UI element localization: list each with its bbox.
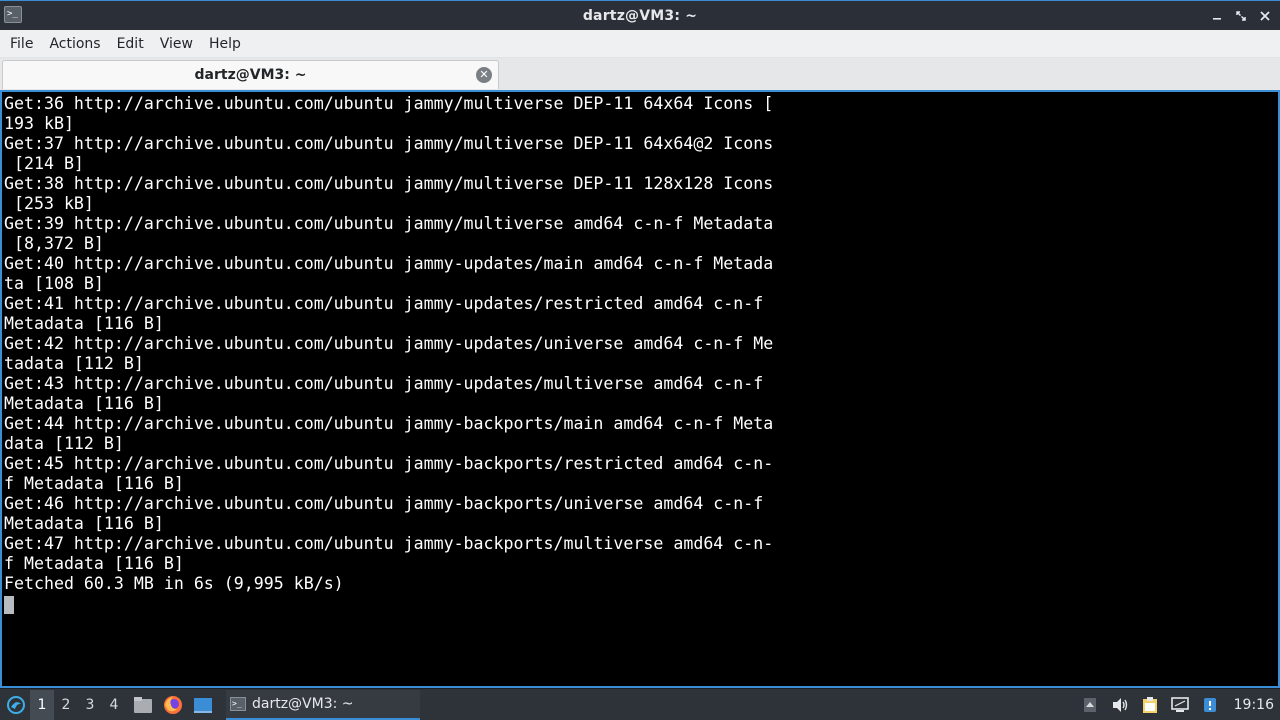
menu-bar: File Actions Edit View Help [0,30,1280,58]
clock[interactable]: 19:16 [1234,697,1274,713]
tab-bar: dartz@VM3: ~ ✕ [0,58,1280,90]
menu-file[interactable]: File [2,32,41,56]
volume-icon[interactable] [1110,695,1130,715]
terminal-task-icon: >_ [230,696,246,711]
terminal-line: [253 kB] [4,194,94,213]
terminal-app-icon[interactable]: >_ [4,6,22,23]
window-titlebar[interactable]: >_ dartz@VM3: ~ [0,0,1280,30]
terminal-line: Get:42 http://archive.ubuntu.com/ubuntu … [4,334,774,353]
workspace-3[interactable]: 3 [78,690,102,720]
tab-label: dartz@VM3: ~ [194,67,307,83]
taskbar: 1 2 3 4 >_ dartz@VM3: ~ 19:16 [0,688,1280,720]
terminal-line: Get:46 http://archive.ubuntu.com/ubuntu … [4,494,764,513]
terminal-line: 193 kB] [4,114,74,133]
terminal-prompt-line [4,594,1278,614]
workspace-2[interactable]: 2 [54,690,78,720]
clipboard-icon[interactable] [1140,695,1160,715]
terminal-line: f Metadata [116 B] [4,474,184,493]
file-manager-icon[interactable] [130,692,156,718]
update-notifier-icon[interactable] [1200,695,1220,715]
minimize-icon[interactable] [1210,9,1224,23]
network-icon[interactable] [1170,695,1190,715]
terminal-line: Get:36 http://archive.ubuntu.com/ubuntu … [4,94,774,113]
terminal-line: tadata [112 B] [4,354,144,373]
terminal-line: Get:45 http://archive.ubuntu.com/ubuntu … [4,454,774,473]
terminal-line: data [112 B] [4,434,124,453]
terminal-output[interactable]: Get:36 http://archive.ubuntu.com/ubuntu … [0,90,1280,688]
maximize-icon[interactable] [1234,9,1248,23]
terminal-line: Get:47 http://archive.ubuntu.com/ubuntu … [4,534,774,553]
menu-help[interactable]: Help [201,32,249,56]
terminal-line: [8,372 B] [4,234,104,253]
desktop-icon[interactable] [190,692,216,718]
terminal-line: ta [108 B] [4,274,104,293]
terminal-line: Get:38 http://archive.ubuntu.com/ubuntu … [4,174,774,193]
terminal-cursor [4,595,14,614]
terminal-line: Fetched 60.3 MB in 6s (9,995 kB/s) [4,574,344,593]
terminal-line: Get:43 http://archive.ubuntu.com/ubuntu … [4,374,764,393]
terminal-line: Get:39 http://archive.ubuntu.com/ubuntu … [4,214,774,233]
window-title: dartz@VM3: ~ [582,7,698,24]
terminal-line: Get:44 http://archive.ubuntu.com/ubuntu … [4,414,774,433]
terminal-line: Get:40 http://archive.ubuntu.com/ubuntu … [4,254,774,273]
menu-actions[interactable]: Actions [41,32,108,56]
tab-terminal[interactable]: dartz@VM3: ~ ✕ [2,60,499,89]
workspace-4[interactable]: 4 [102,690,126,720]
terminal-line: Get:37 http://archive.ubuntu.com/ubuntu … [4,134,774,153]
terminal-line: Metadata [116 B] [4,314,164,333]
tab-close-icon[interactable]: ✕ [476,67,492,83]
taskbar-task-terminal[interactable]: >_ dartz@VM3: ~ [226,689,420,720]
terminal-line: Metadata [116 B] [4,514,164,533]
close-icon[interactable] [1258,9,1272,23]
menu-edit[interactable]: Edit [109,32,152,56]
workspace-1[interactable]: 1 [30,689,54,720]
window-controls [1210,1,1272,31]
task-label: dartz@VM3: ~ [252,695,354,712]
menu-view[interactable]: View [152,32,201,56]
start-menu-icon[interactable] [2,691,30,719]
terminal-line: f Metadata [116 B] [4,554,184,573]
firefox-icon[interactable] [160,692,186,718]
terminal-line: Metadata [116 B] [4,394,164,413]
system-tray: 19:16 [1080,689,1280,720]
terminal-line: [214 B] [4,154,84,173]
tray-expand-icon[interactable] [1080,695,1100,715]
terminal-line: Get:41 http://archive.ubuntu.com/ubuntu … [4,294,764,313]
